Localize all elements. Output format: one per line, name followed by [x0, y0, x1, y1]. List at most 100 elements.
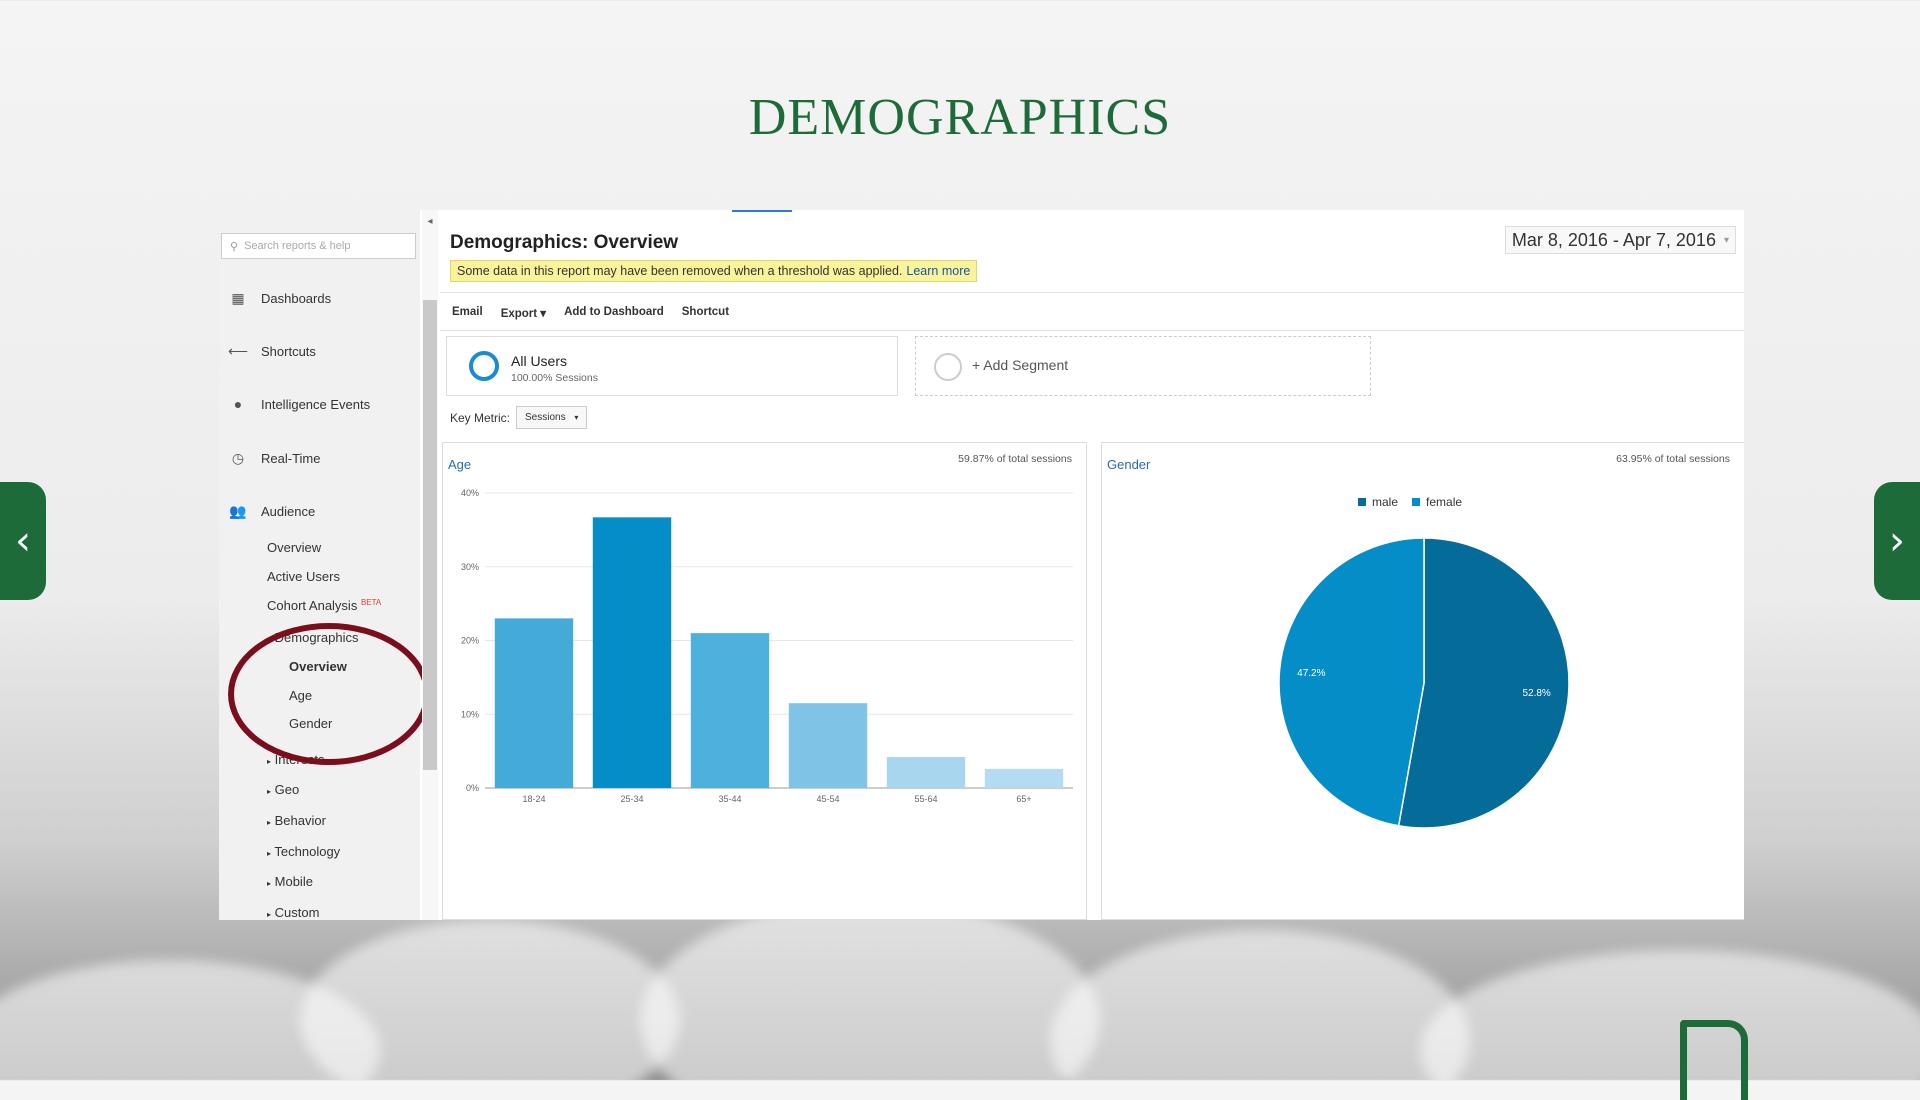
x-tick-label: 25-34	[620, 794, 643, 804]
people-icon: 👥	[229, 503, 247, 519]
sidebar-item-cohort-analysis[interactable]: Cohort Analysis BETA	[267, 598, 381, 613]
x-tick-label: 35-44	[718, 794, 741, 804]
segment-ring-icon	[469, 351, 499, 381]
key-metric-label: Key Metric:	[450, 410, 511, 425]
sidebar-item-intelligence-events[interactable]: ● Intelligence Events	[227, 396, 370, 412]
page-title: Demographics: Overview	[450, 232, 679, 253]
pie-slice-female	[1278, 537, 1425, 827]
chevron-down-icon: ▾	[574, 413, 579, 422]
search-placeholder: Search reports & help	[244, 240, 351, 252]
sidebar-item-label: Custom	[274, 905, 320, 920]
warning-text: Some data in this report may have been r…	[457, 264, 903, 278]
sidebar-item-label: Shortcuts	[261, 344, 316, 359]
gender-chart-panel: Gender 63.95% of total sessions male fem…	[1101, 442, 1744, 920]
y-tick-label: 30%	[461, 562, 479, 572]
sidebar-item-label: Cohort Analysis	[267, 598, 358, 613]
x-tick-label: 45-54	[816, 794, 839, 804]
collapsed-caret-icon: ▸	[267, 879, 272, 888]
search-input[interactable]: ⚲ Search reports & help	[221, 233, 416, 259]
collapsed-caret-icon: ▸	[267, 849, 272, 858]
collapsed-caret-icon: ▸	[267, 818, 272, 827]
segment-all-users[interactable]: All Users 100.00% Sessions	[446, 336, 898, 396]
sidebar-item-technology[interactable]: ▸ Technology	[267, 844, 340, 859]
bar-35-44	[690, 633, 770, 788]
chevron-left-icon: ‹	[15, 518, 31, 564]
divider	[440, 292, 1744, 293]
x-tick-label: 55-64	[914, 794, 937, 804]
sidebar-item-label: Intelligence Events	[261, 396, 371, 412]
sidebar-item-dashboards[interactable]: ▦ Dashboards	[227, 290, 331, 307]
collapsed-caret-icon: ▸	[267, 787, 272, 796]
export-button[interactable]: Export ▾	[501, 306, 546, 320]
empty-ring-icon	[934, 353, 962, 381]
gender-pie-chart: 52.8% 47.2%	[1278, 537, 1570, 829]
bar-55-64	[886, 757, 966, 788]
y-tick-label: 0%	[466, 783, 479, 793]
add-segment-button[interactable]: + Add Segment	[915, 336, 1371, 396]
chevron-down-icon: ▾	[1723, 234, 1729, 246]
bar-18-24	[494, 618, 574, 788]
sidebar-item-label: Geo	[274, 782, 300, 797]
sidebar-item-label: Real-Time	[261, 451, 321, 466]
active-tab-indicator	[732, 210, 792, 212]
clock-icon: ◷	[231, 450, 245, 466]
chevron-right-icon: ›	[1889, 518, 1905, 564]
highlight-circle	[228, 623, 430, 765]
x-tick-label: 18-24	[522, 794, 545, 804]
bar-45-54	[788, 703, 868, 788]
sidebar-item-custom[interactable]: ▸ Custom	[267, 905, 319, 920]
segment-name: All Users	[511, 353, 568, 369]
email-button[interactable]: Email	[452, 306, 483, 320]
next-slide-button[interactable]: ›	[1874, 482, 1920, 600]
sidebar-item-shortcuts[interactable]: ⟵ Shortcuts	[227, 343, 316, 360]
sidebar-item-geo[interactable]: ▸ Geo	[267, 782, 299, 797]
key-metric: Key Metric: Sessions ▾	[450, 406, 588, 429]
pie-slice-label: 52.8%	[1522, 688, 1550, 699]
add-to-dashboard-button[interactable]: Add to Dashboard	[564, 306, 664, 320]
pie-slice-label: 47.2%	[1297, 668, 1325, 679]
shortcut-button[interactable]: Shortcut	[682, 306, 729, 320]
lightbulb-icon: ●	[233, 396, 243, 412]
y-tick-label: 10%	[461, 709, 479, 719]
search-icon: ⚲	[230, 240, 239, 253]
sidebar-item-behavior[interactable]: ▸ Behavior	[267, 813, 326, 828]
sidebar-item-label: Audience	[261, 504, 316, 519]
add-segment-label: + Add Segment	[972, 357, 1069, 373]
sidebar-item-audience[interactable]: 👥 Audience	[227, 503, 315, 520]
sidebar-item-real-time[interactable]: ◷ Real-Time	[227, 450, 321, 467]
main-content: Demographics: Overview Mar 8, 2016 - Apr…	[440, 210, 1744, 920]
date-range-value: Mar 8, 2016 - Apr 7, 2016	[1511, 229, 1716, 250]
analytics-screenshot: ⚲ Search reports & help ▦ Dashboards ⟵ S…	[219, 210, 1744, 920]
previous-slide-button[interactable]: ‹	[0, 482, 46, 600]
sidebar-item-mobile[interactable]: ▸ Mobile	[267, 874, 313, 889]
sidebar: ⚲ Search reports & help ▦ Dashboards ⟵ S…	[219, 210, 430, 920]
beta-badge: BETA	[360, 598, 382, 607]
age-bar-chart: 0% 10% 20% 30% 40% 18-24 25-34 35-44 45-54 55-64 6…	[461, 488, 1073, 804]
sidebar-item-label: Mobile	[274, 874, 313, 889]
sidebar-item-label: Technology	[274, 844, 341, 859]
bar-25-34	[592, 517, 672, 788]
y-tick-label: 40%	[461, 488, 479, 498]
divider	[440, 330, 1744, 331]
report-toolbar: Email Export ▾ Add to Dashboard Shortcut	[452, 306, 729, 320]
key-metric-select[interactable]: Sessions ▾	[516, 406, 588, 429]
grid-icon: ▦	[231, 290, 245, 306]
threshold-warning: Some data in this report may have been r…	[450, 260, 978, 282]
sidebar-item-overview[interactable]: Overview	[267, 540, 321, 555]
age-chart-panel: Age 59.87% of total sessions 0% 10% 20% 30%…	[442, 442, 1087, 920]
collapse-sidebar-icon[interactable]: ◂	[423, 216, 437, 230]
sidebar-item-active-users[interactable]: Active Users	[267, 569, 340, 584]
sidebar-item-label: Behavior	[274, 813, 326, 828]
date-range-picker[interactable]: Mar 8, 2016 - Apr 7, 2016 ▾	[1504, 226, 1736, 254]
y-tick-label: 20%	[461, 636, 479, 646]
bar-65+	[984, 768, 1064, 788]
key-metric-value: Sessions	[525, 412, 566, 423]
document-icon[interactable]	[1680, 1020, 1748, 1100]
learn-more-link[interactable]: Learn more	[906, 264, 970, 278]
shortcut-arrow-icon: ⟵	[227, 343, 249, 359]
collapsed-caret-icon: ▸	[267, 910, 272, 919]
segment-sessions: 100.00% Sessions	[511, 372, 598, 384]
sidebar-scrollbar-thumb[interactable]	[423, 300, 437, 770]
x-tick-label: 65+	[1016, 794, 1031, 804]
slide-title: DEMOGRAPHICS	[748, 89, 1172, 146]
